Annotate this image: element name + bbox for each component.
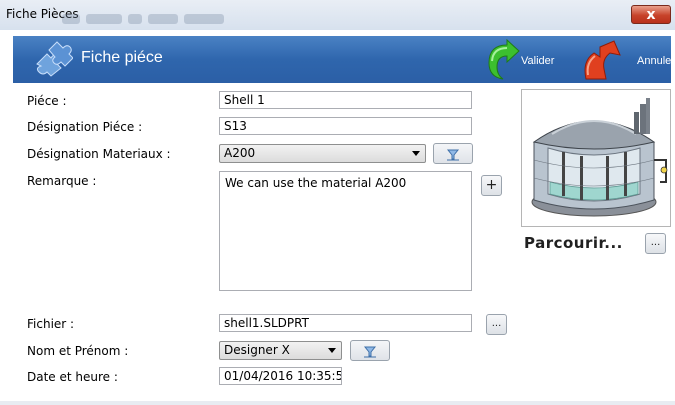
bottom-border (0, 401, 675, 405)
title-bar: Fiche Pièces x (0, 0, 675, 30)
chevron-down-icon (412, 151, 420, 156)
piece-input[interactable]: Shell 1 (219, 91, 472, 109)
piece-image-frame (521, 89, 671, 227)
nom-prenom-value: Designer X (224, 343, 290, 357)
designation-materiaux-value: A200 (224, 146, 256, 160)
fichier-label: Fichier : (27, 317, 75, 331)
funnel-icon (363, 346, 377, 358)
close-button[interactable]: x (631, 5, 671, 24)
piece-label: Piéce : (27, 94, 67, 108)
date-heure-input[interactable]: 01/04/2016 10:35:5 (219, 367, 342, 385)
designation-materiaux-label: Désignation Materiaux : (27, 147, 171, 161)
red-arrow-icon (584, 40, 621, 80)
materiaux-filter-button[interactable] (433, 143, 473, 164)
remarque-label: Remarque : (27, 174, 97, 188)
date-heure-label: Date et heure : (27, 370, 118, 384)
storage-tank-image (531, 98, 668, 217)
annuler-label: Annuler (637, 55, 675, 67)
nom-filter-button[interactable] (350, 340, 390, 361)
chevron-down-icon (328, 348, 336, 353)
designation-materiaux-select[interactable]: A200 (219, 144, 426, 163)
fiche-pieces-window: Fiche Pièces x Fiche piéce Valider Annul… (0, 0, 675, 405)
green-arrow-icon (488, 39, 520, 80)
valider-label: Valider (521, 55, 555, 67)
valider-button[interactable]: Valider (481, 39, 571, 81)
image-browse-button[interactable]: ... (645, 233, 666, 254)
add-button[interactable]: + (481, 175, 502, 196)
header-banner: Fiche piéce Valider Annuler (13, 36, 675, 83)
funnel-icon (446, 149, 460, 161)
fichier-input[interactable]: shell1.SLDPRT (219, 314, 472, 332)
designation-piece-input[interactable]: S13 (219, 117, 472, 135)
blurred-background-tabs (62, 9, 252, 24)
remarque-textarea[interactable]: We can use the material A200 (219, 171, 472, 291)
header-title: Fiche piéce (81, 49, 163, 66)
designation-piece-label: Désignation Piéce : (27, 120, 143, 134)
parcourir-label: Parcourir... (524, 234, 623, 252)
fichier-browse-button[interactable]: ... (486, 314, 507, 335)
puzzle-icon (36, 41, 73, 77)
nom-prenom-select[interactable]: Designer X (219, 341, 342, 360)
annuler-button[interactable]: Annuler (578, 39, 675, 81)
nom-prenom-label: Nom et Prénom : (27, 344, 129, 358)
